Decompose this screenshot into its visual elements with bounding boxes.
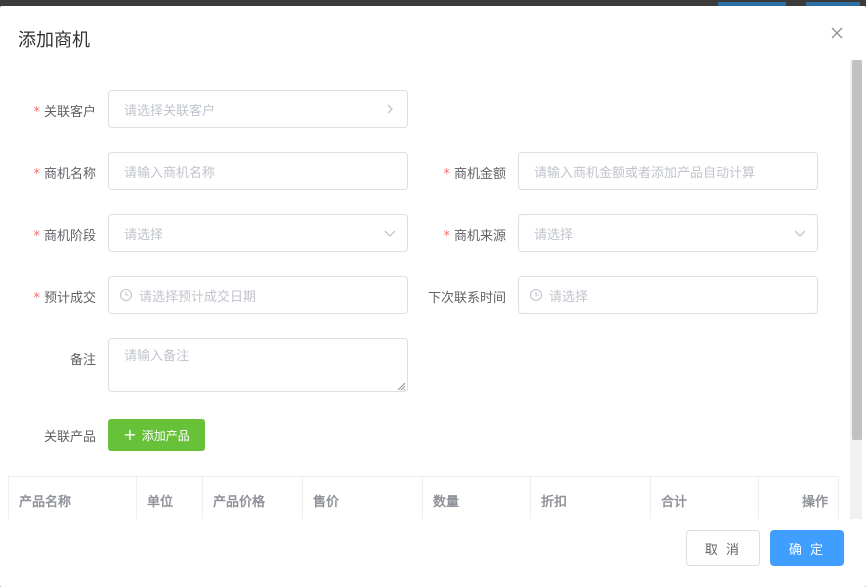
column-header-discount: 折扣 — [531, 477, 651, 523]
opportunity-source-label: * 商机来源 — [443, 229, 506, 244]
dialog-title: 添加商机 — [18, 30, 90, 51]
opportunity-name-label: * 商机名称 — [33, 167, 96, 182]
close-icon[interactable] — [828, 24, 846, 42]
scrollbar-thumb[interactable] — [852, 60, 862, 440]
chevron-down-icon — [793, 226, 807, 240]
scrollbar[interactable] — [850, 60, 862, 519]
plus-icon: + — [123, 425, 137, 444]
dialog-footer: 取 消 确 定 — [0, 519, 866, 587]
column-header-actions: 操作 — [759, 477, 839, 523]
opportunity-source-select[interactable]: 请选择 — [518, 214, 818, 252]
column-header-total: 合计 — [651, 477, 759, 523]
product-table: 产品名称 单位 产品价格 售价 数量 折扣 合计 操作 — [8, 476, 839, 523]
remark-textarea[interactable]: 请输入备注 — [108, 338, 408, 392]
opportunity-amount-input[interactable]: 请输入商机金额或者添加产品自动计算 — [518, 152, 818, 190]
remark-label: 备注 — [69, 353, 96, 368]
expected-deal-date-picker[interactable]: 请选择预计成交日期 — [108, 276, 408, 314]
next-contact-label: 下次联系时间 — [427, 291, 506, 306]
column-header-unit: 单位 — [137, 477, 203, 523]
related-products-label: 关联产品 — [43, 430, 96, 445]
opportunity-amount-label: * 商机金额 — [443, 167, 506, 182]
clock-icon — [529, 288, 543, 302]
expected-deal-label: * 预计成交 — [33, 291, 96, 306]
column-header-product-price: 产品价格 — [203, 477, 303, 523]
opportunity-stage-label: * 商机阶段 — [33, 229, 96, 244]
cancel-button[interactable]: 取 消 — [686, 530, 760, 566]
confirm-button[interactable]: 确 定 — [770, 530, 844, 566]
opportunity-name-input[interactable]: 请输入商机名称 — [108, 152, 408, 190]
chevron-down-icon — [383, 226, 397, 240]
chevron-right-icon — [383, 102, 397, 116]
related-customer-label: * 关联客户 — [33, 105, 96, 120]
add-product-button[interactable]: + 添加产品 — [108, 419, 205, 451]
add-opportunity-dialog: 添加商机 * 关联客户 请选择关联客户 * 商机名称 请输入商机名称 * 商机金额 请… — [0, 6, 866, 587]
clock-icon — [119, 288, 133, 302]
column-header-product-name: 产品名称 — [9, 477, 137, 523]
related-customer-select[interactable]: 请选择关联客户 — [108, 90, 408, 128]
column-header-sale-price: 售价 — [303, 477, 423, 523]
resize-handle-icon[interactable] — [396, 380, 406, 391]
column-header-quantity: 数量 — [423, 477, 531, 523]
next-contact-date-picker[interactable]: 请选择 — [518, 276, 818, 314]
opportunity-stage-select[interactable]: 请选择 — [108, 214, 408, 252]
